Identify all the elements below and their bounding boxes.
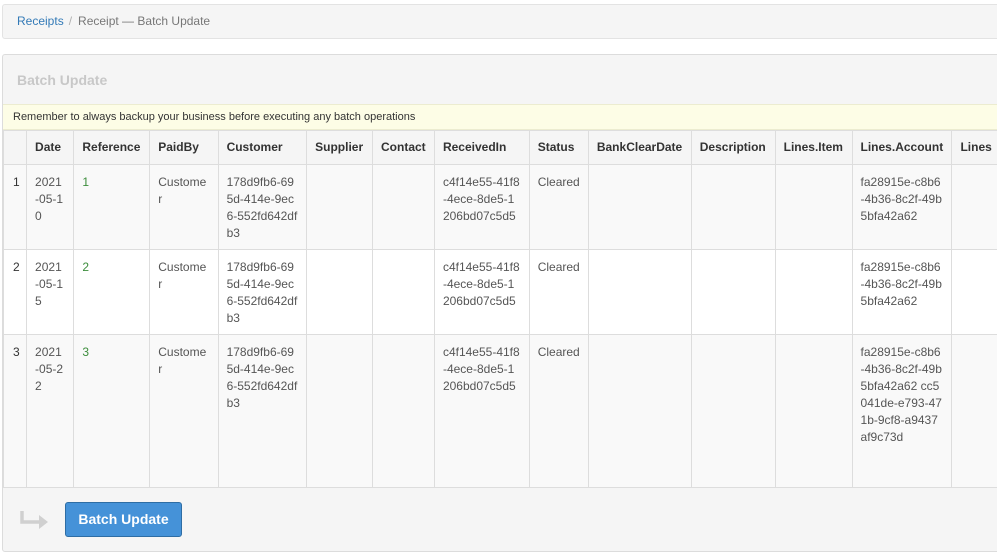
breadcrumb-current: Receipt — Batch Update	[78, 14, 211, 28]
breadcrumb-link-receipts[interactable]: Receipts	[17, 14, 64, 28]
col-header-date: Date	[26, 130, 75, 165]
cell-paidby[interactable]: Customer	[149, 334, 219, 488]
cell-reference[interactable]: 1	[73, 164, 151, 250]
col-header-paidby: PaidBy	[149, 130, 219, 165]
cell-status[interactable]: Cleared	[528, 249, 589, 335]
backup-warning: Remember to always backup your business …	[3, 104, 997, 130]
cell-lines-account[interactable]: fa28915e-c8b6-4b36-8c2f-49b5bfa42a62	[851, 164, 953, 250]
cell-paidby[interactable]: Customer	[149, 164, 219, 250]
cell-contact[interactable]	[372, 164, 435, 250]
cell-reference[interactable]: 3	[73, 334, 151, 488]
table-row: 3 2021-05-22 3 Customer 178d9fb6-695d-41…	[3, 334, 997, 488]
col-header-description: Description	[690, 130, 776, 165]
cell-bankcleardate[interactable]	[587, 334, 692, 488]
table-row: 1 2021-05-10 1 Customer 178d9fb6-695d-41…	[3, 164, 997, 250]
cell-status[interactable]: Cleared	[528, 334, 589, 488]
cell-lines[interactable]	[951, 249, 997, 335]
cell-reference[interactable]: 2	[73, 249, 151, 335]
cell-receivedin[interactable]: c4f14e55-41f8-4ece-8de5-1206bd07c5d5	[433, 164, 530, 250]
batch-update-panel: Batch Update Remember to always backup y…	[2, 54, 997, 552]
cell-date[interactable]: 2021-05-22	[26, 334, 75, 488]
cell-contact[interactable]	[372, 249, 435, 335]
col-header-receivedin: ReceivedIn	[433, 130, 530, 165]
col-header-lines-item: Lines.Item	[774, 130, 853, 165]
cell-bankcleardate[interactable]	[587, 164, 692, 250]
cell-lines-item[interactable]	[774, 164, 853, 250]
breadcrumb-separator: /	[68, 14, 73, 28]
panel-title: Batch Update	[17, 72, 108, 88]
cell-rownum: 2	[3, 249, 28, 335]
cell-description[interactable]	[690, 249, 776, 335]
cell-receivedin[interactable]: c4f14e55-41f8-4ece-8de5-1206bd07c5d5	[433, 334, 530, 488]
cell-lines-account[interactable]: fa28915e-c8b6-4b36-8c2f-49b5bfa42a62	[851, 249, 953, 335]
col-header-lines-account: Lines.Account	[851, 130, 953, 165]
cell-lines-account[interactable]: fa28915e-c8b6-4b36-8c2f-49b5bfa42a62 cc5…	[851, 334, 953, 488]
cell-status[interactable]: Cleared	[528, 164, 589, 250]
cell-lines[interactable]	[951, 334, 997, 488]
cell-rownum: 3	[3, 334, 28, 488]
cell-customer[interactable]: 178d9fb6-695d-414e-9ec6-552fd642dfb3	[217, 164, 308, 250]
cell-supplier[interactable]	[306, 334, 373, 488]
cell-lines[interactable]	[951, 164, 997, 250]
batch-grid: Date Reference PaidBy Customer Supplier …	[3, 130, 997, 488]
cell-lines-item[interactable]	[774, 249, 853, 335]
cell-customer[interactable]: 178d9fb6-695d-414e-9ec6-552fd642dfb3	[217, 334, 308, 488]
col-header-customer: Customer	[217, 130, 308, 165]
table-row: 2 2021-05-15 2 Customer 178d9fb6-695d-41…	[3, 249, 997, 335]
cell-date[interactable]: 2021-05-15	[26, 249, 75, 335]
col-header-status: Status	[528, 130, 589, 165]
grid-header-row: Date Reference PaidBy Customer Supplier …	[3, 130, 997, 165]
cell-description[interactable]	[690, 334, 776, 488]
col-header-rownum	[3, 130, 28, 165]
col-header-supplier: Supplier	[306, 130, 373, 165]
cell-date[interactable]: 2021-05-10	[26, 164, 75, 250]
col-header-contact: Contact	[372, 130, 435, 165]
cell-supplier[interactable]	[306, 164, 373, 250]
cell-customer[interactable]: 178d9fb6-695d-414e-9ec6-552fd642dfb3	[217, 249, 308, 335]
cell-supplier[interactable]	[306, 249, 373, 335]
cell-receivedin[interactable]: c4f14e55-41f8-4ece-8de5-1206bd07c5d5	[433, 249, 530, 335]
cell-rownum: 1	[3, 164, 28, 250]
col-header-lines: Lines	[951, 130, 997, 165]
cell-paidby[interactable]: Customer	[149, 249, 219, 335]
breadcrumb: Receipts / Receipt — Batch Update	[2, 4, 997, 39]
col-header-reference: Reference	[73, 130, 151, 165]
cell-bankcleardate[interactable]	[587, 249, 692, 335]
cell-lines-item[interactable]	[774, 334, 853, 488]
cell-description[interactable]	[690, 164, 776, 250]
batch-update-button[interactable]: Batch Update	[65, 502, 182, 537]
col-header-bankcleardate: BankClearDate	[587, 130, 692, 165]
return-arrow-icon	[20, 511, 48, 529]
cell-contact[interactable]	[372, 334, 435, 488]
